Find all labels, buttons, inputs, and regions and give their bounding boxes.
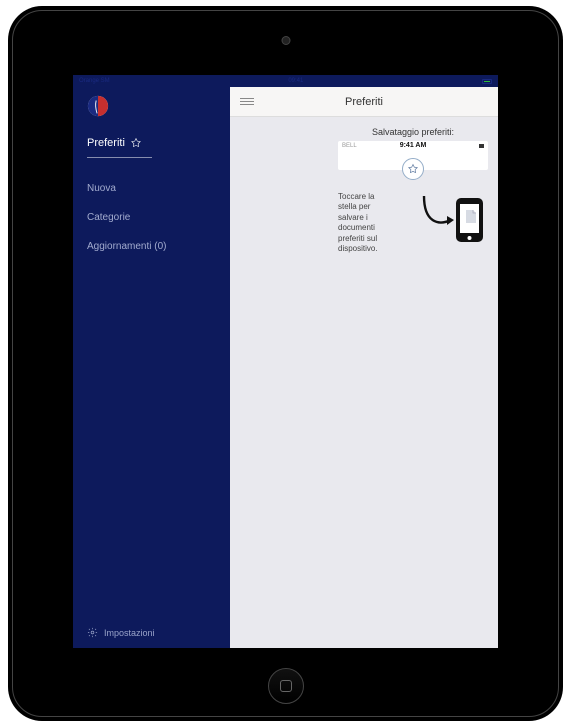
settings-label: Impostazioni: [104, 628, 155, 638]
star-icon: [407, 163, 419, 175]
settings-button[interactable]: Impostazioni: [87, 627, 155, 638]
sidebar-item-label: Aggiornamenti (0): [87, 241, 166, 252]
favorites-help-card: Salvataggio preferiti: BELL 9:41 AM: [338, 127, 488, 638]
content-body: Salvataggio preferiti: BELL 9:41 AM: [230, 117, 498, 648]
sidebar: Preferiti Nuova Categorie Aggiornamenti …: [73, 87, 230, 648]
camera-dot: [281, 36, 290, 45]
help-text: Toccare la stella per salvare i document…: [338, 192, 393, 254]
ios-status-bar: Orange SM 09:41: [73, 75, 498, 87]
sidebar-item-label: Categorie: [87, 212, 130, 223]
gear-icon: [87, 627, 98, 638]
home-button[interactable]: [268, 668, 304, 704]
tablet-frame: Orange SM 09:41: [8, 6, 563, 721]
sidebar-item-label: Nuova: [87, 183, 116, 194]
app-logo-icon: [87, 95, 109, 117]
status-right: [482, 79, 492, 84]
help-title: Salvataggio preferiti:: [338, 127, 488, 137]
battery-icon: [482, 79, 492, 84]
sidebar-item-new[interactable]: Nuova: [87, 174, 216, 203]
tablet-edge: Orange SM 09:41: [12, 10, 559, 717]
mock-phone-bar: BELL 9:41 AM: [338, 141, 488, 170]
sidebar-active-item[interactable]: Preferiti: [87, 137, 216, 157]
content-header: Preferiti: [230, 87, 498, 117]
app-screen: Orange SM 09:41: [73, 75, 498, 648]
sidebar-item-updates[interactable]: Aggiornamenti (0): [87, 232, 216, 261]
carrier-label: Orange SM: [79, 78, 110, 84]
mock-battery-icon: [479, 144, 484, 148]
sidebar-active-label: Preferiti: [87, 137, 125, 149]
star-icon: [130, 137, 142, 149]
sidebar-divider: [87, 157, 152, 158]
arrow-to-device: [401, 192, 488, 247]
mock-time: 9:41 AM: [400, 142, 427, 149]
mock-carrier: BELL: [342, 143, 357, 149]
favorite-star-button[interactable]: [402, 158, 424, 180]
sidebar-item-categories[interactable]: Categorie: [87, 203, 216, 232]
hamburger-icon[interactable]: [240, 96, 254, 107]
clock-label: 09:41: [288, 78, 303, 84]
content-title: Preferiti: [345, 96, 383, 108]
content-panel: Preferiti Salvataggio preferiti: BELL 9:…: [230, 87, 498, 648]
